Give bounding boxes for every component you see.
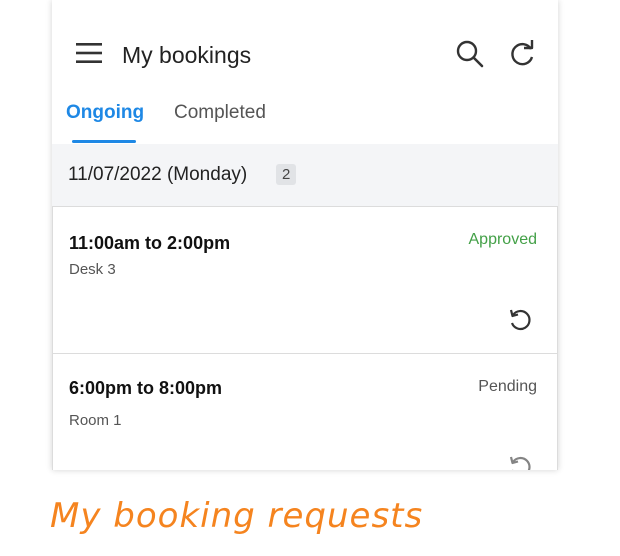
group-date: 11/07/2022 (Monday): [68, 164, 248, 185]
booking-card[interactable]: 11:00am to 2:00pm Desk 3 Approved: [52, 206, 558, 354]
tab-completed[interactable]: Completed: [174, 102, 266, 124]
status-label: Approved: [468, 231, 538, 248]
status-label: Pending: [478, 378, 537, 395]
undo-icon[interactable]: [507, 454, 533, 470]
page-title: My bookings: [122, 42, 252, 68]
tab-bar: Ongoing Completed: [52, 92, 558, 144]
booking-time: 6:00pm to 8:00pm: [69, 378, 223, 398]
app-bar: My bookings: [52, 24, 558, 84]
booking-time: 11:00am to 2:00pm: [69, 233, 231, 253]
app-screen: My bookings Ongoing Completed 11/07/2022…: [52, 0, 558, 470]
menu-icon[interactable]: [76, 42, 102, 64]
booking-place: Desk 3: [69, 261, 116, 278]
search-icon[interactable]: [454, 38, 486, 70]
undo-icon[interactable]: [507, 307, 533, 333]
booking-card[interactable]: 6:00pm to 8:00pm Room 1 Pending: [52, 353, 558, 470]
refresh-icon[interactable]: [506, 38, 538, 70]
booking-place: Room 1: [69, 412, 122, 429]
date-group-header: 11/07/2022 (Monday) 2: [52, 144, 558, 206]
count-badge: 2: [276, 164, 297, 185]
active-tab-indicator: [72, 140, 136, 143]
tab-ongoing[interactable]: Ongoing: [66, 102, 144, 124]
caption-text: My booking requests: [50, 496, 424, 536]
